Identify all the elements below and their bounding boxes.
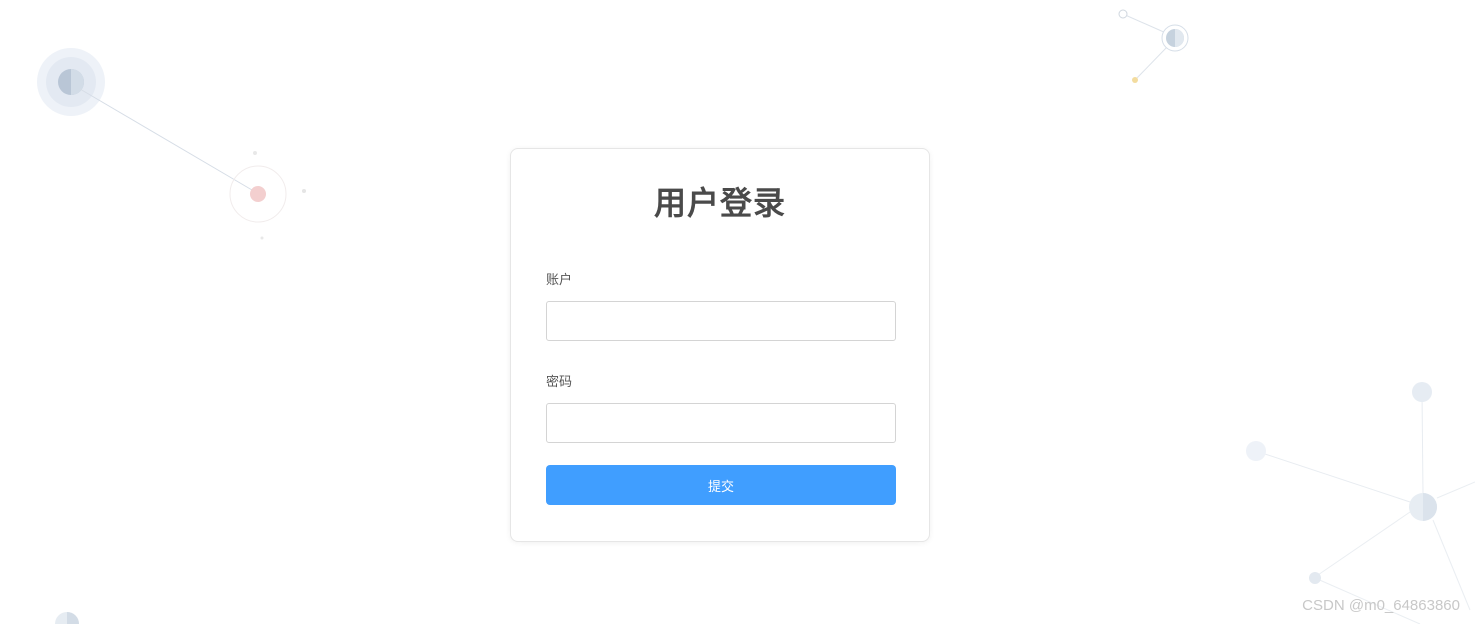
watermark-text: CSDN @m0_64863860 bbox=[1302, 597, 1460, 614]
page-title: 用户登录 bbox=[653, 184, 786, 222]
login-card: 用户登录 账户 密码 提交 bbox=[510, 148, 930, 542]
bottom-right-network-node bbox=[1246, 382, 1475, 624]
password-label: 密码 bbox=[546, 375, 573, 390]
account-label: 账户 bbox=[546, 273, 573, 288]
submit-button[interactable]: 提交 bbox=[546, 465, 896, 505]
top-left-network-node bbox=[37, 48, 253, 191]
password-input[interactable] bbox=[546, 403, 896, 443]
bottom-left-network-node bbox=[55, 612, 79, 624]
account-input[interactable] bbox=[546, 301, 896, 341]
pink-network-node bbox=[229, 151, 306, 240]
top-right-network-node bbox=[1118, 9, 1189, 83]
